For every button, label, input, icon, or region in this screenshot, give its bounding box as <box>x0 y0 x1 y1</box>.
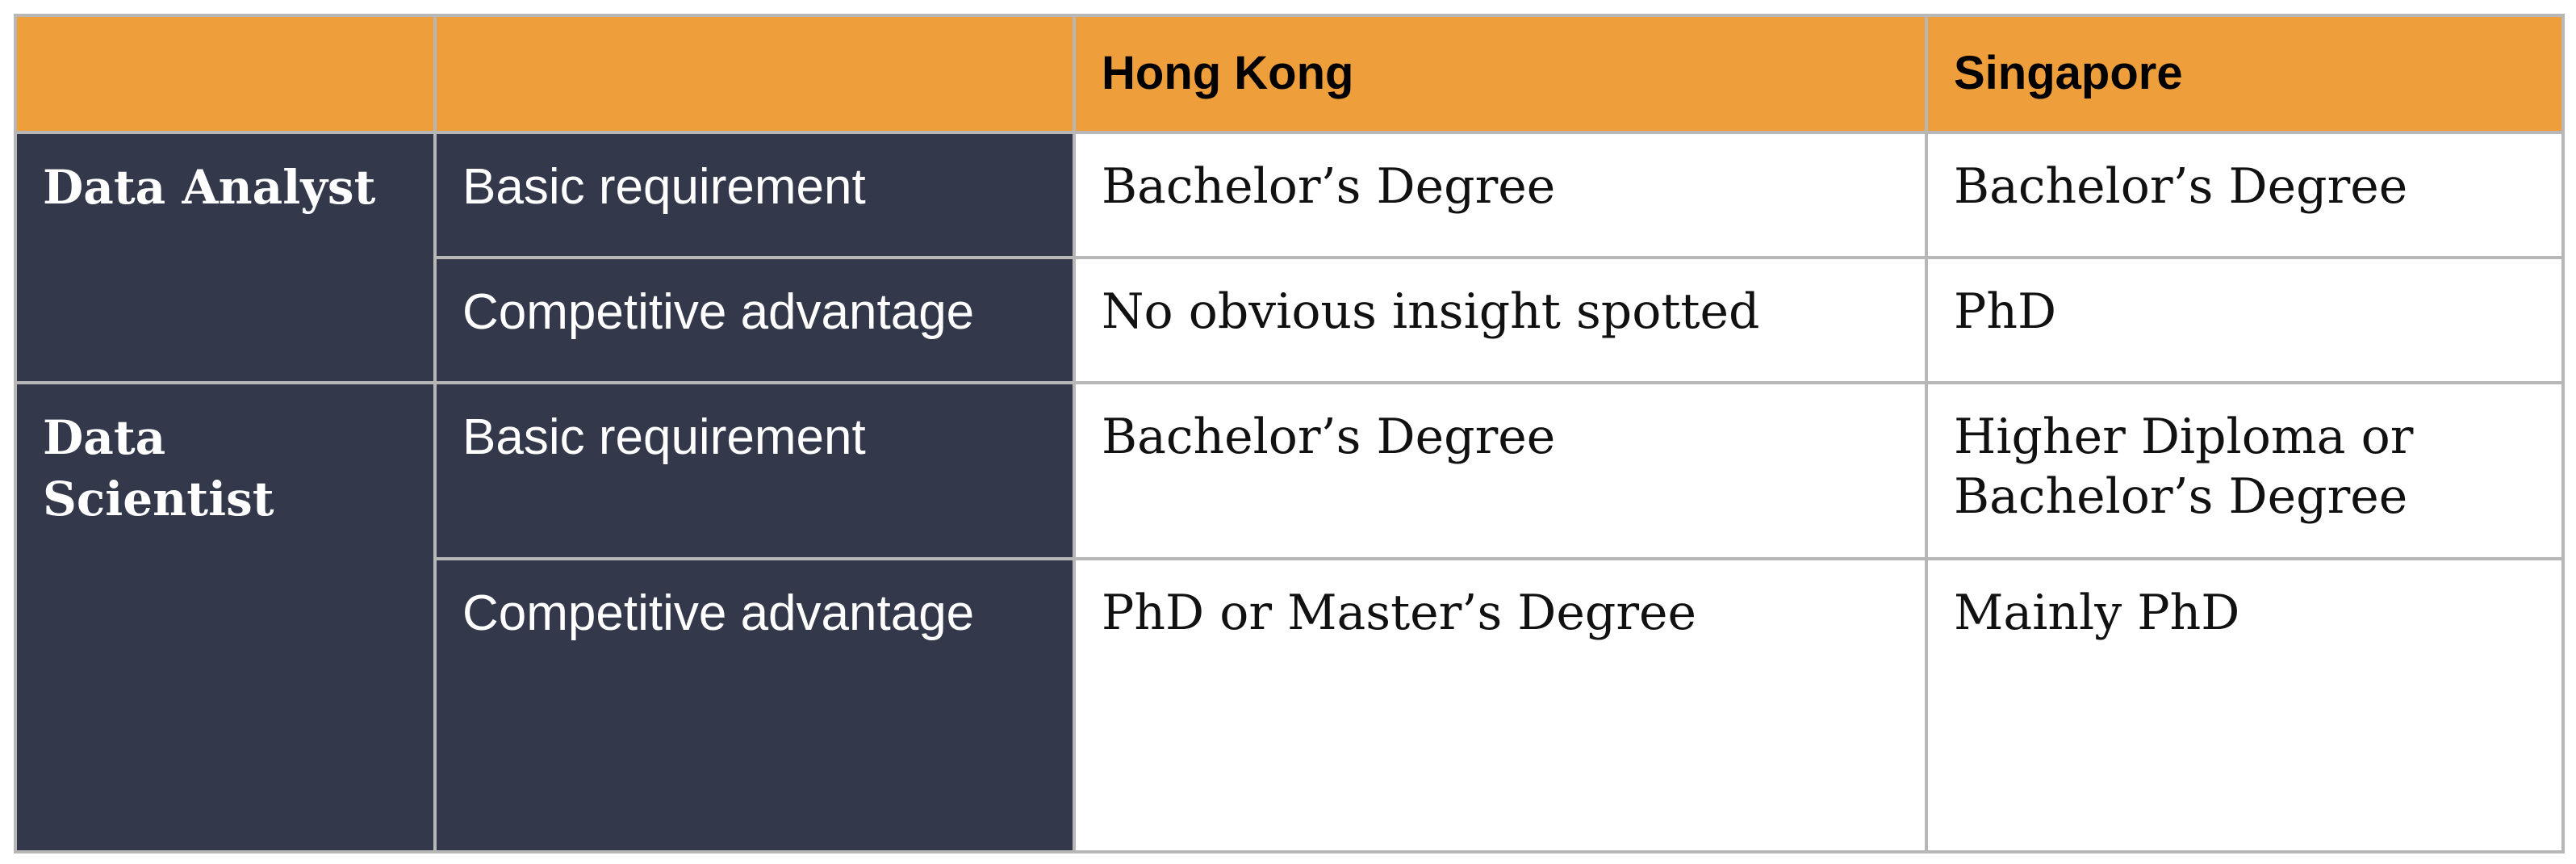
header-row: Hong Kong Singapore <box>14 14 2565 134</box>
header-blank-aspect <box>433 14 1076 134</box>
table-row: Data Analyst Basic requirement Bachelor’… <box>14 131 2565 384</box>
cell-hong-kong: Bachelor’s Degree <box>1073 381 1928 560</box>
cell-hong-kong: PhD or Master’s Degree <box>1073 557 1928 854</box>
header-singapore: Singapore <box>1925 14 2565 134</box>
aspect-label: Basic requirement <box>433 381 1076 560</box>
cell-singapore: Higher Diploma or Bachelor’s Degree <box>1925 381 2565 560</box>
header-blank-role <box>14 14 437 134</box>
cell-singapore: Bachelor’s Degree <box>1925 131 2565 259</box>
comparison-table: Hong Kong Singapore Data Analyst Basic r… <box>14 14 2565 854</box>
table-row: Data Scientist Basic requirement Bachelo… <box>14 381 2565 854</box>
aspect-label: Competitive advantage <box>433 557 1076 854</box>
role-data-scientist: Data Scientist <box>14 381 437 854</box>
cell-singapore: Mainly PhD <box>1925 557 2565 854</box>
cell-hong-kong: No obvious insight spotted <box>1073 256 1928 384</box>
cell-hong-kong: Bachelor’s Degree <box>1073 131 1928 259</box>
role-data-analyst: Data Analyst <box>14 131 437 384</box>
aspect-label: Competitive advantage <box>433 256 1076 384</box>
aspect-label: Basic requirement <box>433 131 1076 259</box>
cell-singapore: PhD <box>1925 256 2565 384</box>
header-hong-kong: Hong Kong <box>1073 14 1928 134</box>
